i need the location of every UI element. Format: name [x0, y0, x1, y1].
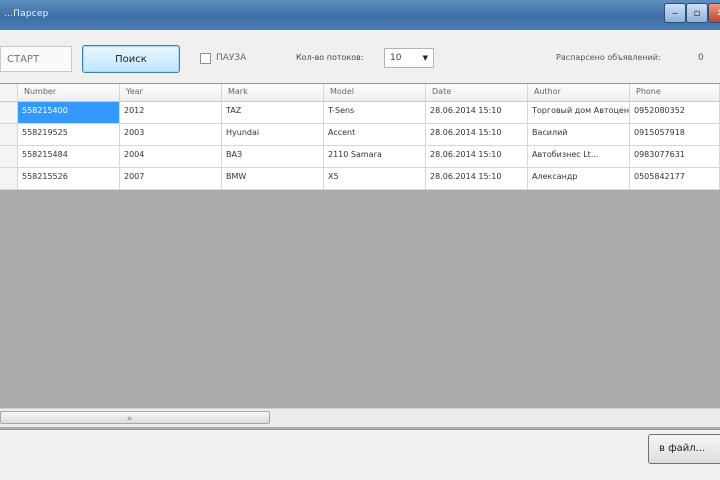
cell-model[interactable]: 2110 Samara — [324, 146, 426, 168]
cell-mark[interactable]: BMW — [222, 168, 324, 190]
column-header-year[interactable]: Year — [120, 84, 222, 102]
threads-count-value: 10 — [390, 53, 402, 63]
window-title: ...Парсер — [4, 9, 49, 19]
pause-checkbox[interactable] — [200, 53, 211, 64]
grip-icon: ≡ — [127, 415, 133, 422]
threads-count-label: Кол-во потоков: — [296, 53, 364, 62]
cell-phone[interactable]: 0915057918 — [630, 124, 720, 146]
cell-model[interactable]: T-Sens — [324, 102, 426, 124]
table-row[interactable]: 558215484 2004 ВАЗ 2110 Samara 28.06.201… — [0, 146, 720, 168]
cell-model[interactable]: Accent — [324, 124, 426, 146]
pause-checkbox-label: ПАУЗА — [216, 53, 247, 63]
column-header-number[interactable]: Number — [18, 84, 120, 102]
minimize-icon: ‒ — [671, 7, 679, 19]
parsed-count-value: 0 — [698, 53, 704, 63]
row-header[interactable] — [0, 168, 18, 190]
chevron-down-icon: ▼ — [422, 54, 428, 62]
cell-phone[interactable]: 0983077631 — [630, 146, 720, 168]
cell-phone[interactable]: 0952080352 — [630, 102, 720, 124]
column-header-author[interactable]: Author — [528, 84, 630, 102]
row-header-corner — [0, 84, 18, 102]
cell-author[interactable]: Автобизнес Lt... — [528, 146, 630, 168]
column-header-phone[interactable]: Phone — [630, 84, 720, 102]
search-button[interactable]: Поиск — [82, 45, 180, 73]
cell-mark[interactable]: ВАЗ — [222, 146, 324, 168]
minimize-button[interactable]: ‒ — [664, 3, 686, 23]
row-header[interactable] — [0, 124, 18, 146]
cell-year[interactable]: 2004 — [120, 146, 222, 168]
cell-model[interactable]: X5 — [324, 168, 426, 190]
maximize-button[interactable]: ▫ — [686, 3, 708, 23]
cell-year[interactable]: 2007 — [120, 168, 222, 190]
threads-count-select[interactable]: 10 ▼ — [384, 48, 434, 68]
save-to-file-button[interactable]: в файл... — [648, 434, 720, 464]
table-row[interactable]: 558219525 2003 Hyundai Accent 28.06.2014… — [0, 124, 720, 146]
cell-date[interactable]: 28.06.2014 15:10 — [426, 146, 528, 168]
row-header[interactable] — [0, 102, 18, 124]
cell-author[interactable]: Василий — [528, 124, 630, 146]
cell-year[interactable]: 2003 — [120, 124, 222, 146]
horizontal-scrollbar[interactable]: ≡ — [0, 408, 720, 427]
parsed-count-label: Распарсено объявлений: — [556, 53, 661, 62]
table-row[interactable]: 558215526 2007 BMW X5 28.06.2014 15:10 А… — [0, 168, 720, 190]
cell-author[interactable]: Торговый дом Автоцентр... — [528, 102, 630, 124]
cell-number[interactable]: 558215400 — [18, 102, 120, 124]
cell-mark[interactable]: TAZ — [222, 102, 324, 124]
cell-date[interactable]: 28.06.2014 15:10 — [426, 102, 528, 124]
cell-number[interactable]: 558215484 — [18, 146, 120, 168]
table-row[interactable]: 558215400 2012 TAZ T-Sens 28.06.2014 15:… — [0, 102, 720, 124]
cell-author[interactable]: Александр — [528, 168, 630, 190]
column-header-model[interactable]: Model — [324, 84, 426, 102]
cell-number[interactable]: 558219525 — [18, 124, 120, 146]
cell-year[interactable]: 2012 — [120, 102, 222, 124]
cell-mark[interactable]: Hyundai — [222, 124, 324, 146]
title-bar: ...Парсер ‒ ▫ ✕ — [0, 0, 720, 30]
scrollbar-thumb[interactable]: ≡ — [0, 411, 270, 424]
start-input[interactable] — [0, 46, 72, 72]
column-header-mark[interactable]: Mark — [222, 84, 324, 102]
cell-date[interactable]: 28.06.2014 15:10 — [426, 168, 528, 190]
maximize-icon: ▫ — [693, 7, 701, 19]
column-header-date[interactable]: Date — [426, 84, 528, 102]
cell-phone[interactable]: 0505842177 — [630, 168, 720, 190]
cell-number[interactable]: 558215526 — [18, 168, 120, 190]
close-button[interactable]: ✕ — [708, 3, 720, 23]
row-header[interactable] — [0, 146, 18, 168]
cell-date[interactable]: 28.06.2014 15:10 — [426, 124, 528, 146]
results-grid[interactable]: Number Year Mark Model Date Author Phone… — [0, 83, 720, 430]
